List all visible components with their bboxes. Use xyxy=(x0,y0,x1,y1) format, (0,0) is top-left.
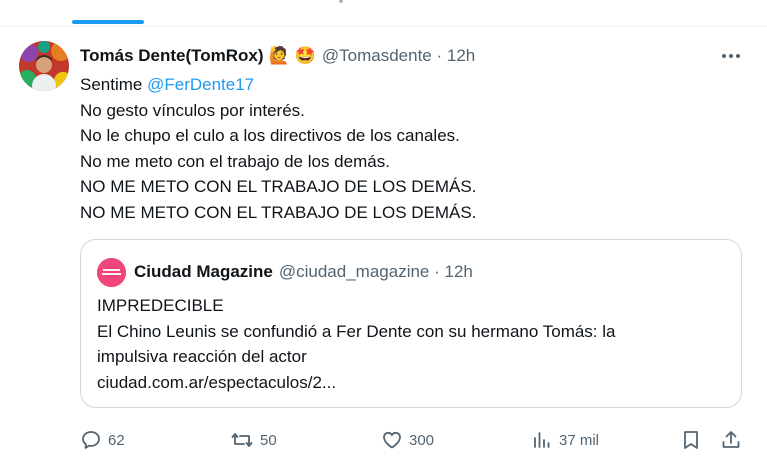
tweet-line: No me meto con el trabajo de los demás. xyxy=(80,151,390,171)
tweet-line: No gesto vínculos por interés. xyxy=(80,100,305,120)
tab-label-fragment xyxy=(339,0,343,3)
tweet-line: NO ME METO CON EL TRABAJO DE LOS DEMÁS. xyxy=(80,202,477,222)
like-count: 300 xyxy=(409,431,435,449)
reply-button[interactable]: 62 xyxy=(80,426,125,454)
raising-hand-emoji: 🙋 xyxy=(268,46,290,65)
quote-author-handle-time[interactable]: @ciudad_magazine · 12h xyxy=(279,262,473,282)
tweet-text: Sentime @FerDente17 No gesto vínculos po… xyxy=(80,72,720,225)
author-handle-time[interactable]: @Tomasdente · 12h xyxy=(322,46,475,66)
tweet-line: No le chupo el culo a los directivos de … xyxy=(80,126,460,145)
quote-line: impulsiva reacción del actor xyxy=(97,347,307,366)
tweet-actions: 62 50 300 37 mil xyxy=(80,426,744,454)
share-button[interactable] xyxy=(720,426,742,454)
retweet-icon xyxy=(230,429,254,451)
quoted-tweet[interactable]: Ciudad Magazine @ciudad_magazine · 12h I… xyxy=(80,239,742,408)
author-name[interactable]: Tomás Dente(TomRox) xyxy=(80,46,264,66)
views-button[interactable]: 37 mil xyxy=(531,426,599,454)
quoted-tweet-header: Ciudad Magazine @ciudad_magazine · 12h xyxy=(97,257,473,287)
retweet-count: 50 xyxy=(260,431,277,449)
star-struck-emoji: 🤩 xyxy=(294,46,316,65)
tweet-line: Sentime @FerDente17 xyxy=(80,72,720,98)
active-tab-indicator xyxy=(72,20,144,24)
like-button[interactable]: 300 xyxy=(381,426,434,454)
bookmark-icon xyxy=(680,429,702,451)
quote-line: El Chino Leunis se confundió a Fer Dente… xyxy=(97,321,616,341)
views-count: 37 mil xyxy=(559,431,600,449)
quote-author-name[interactable]: Ciudad Magazine xyxy=(134,262,273,282)
quote-author-avatar[interactable] xyxy=(97,257,126,287)
views-icon xyxy=(531,429,553,451)
tweet-line-prefix: Sentime xyxy=(80,75,148,94)
bookmark-button[interactable] xyxy=(680,426,702,454)
share-icon xyxy=(720,429,742,451)
tweet-line: NO ME METO CON EL TRABAJO DE LOS DEMÁS. xyxy=(80,177,477,196)
quoted-tweet-text: IMPREDECIBLE El Chino Leunis se confundi… xyxy=(97,293,727,395)
mention-link[interactable]: @FerDente17 xyxy=(147,75,254,94)
quote-link[interactable]: ciudad.com.ar/espectaculos/2... xyxy=(97,370,727,396)
reply-count: 62 xyxy=(108,431,125,449)
top-tab-bar xyxy=(0,0,767,27)
retweet-button[interactable]: 50 xyxy=(230,426,277,454)
more-icon[interactable] xyxy=(718,46,744,66)
quote-line: IMPREDECIBLE xyxy=(97,296,224,315)
reply-icon xyxy=(80,429,102,451)
author-avatar[interactable] xyxy=(19,41,69,91)
tweet-header: Tomás Dente(TomRox) 🙋 🤩 @Tomasdente · 12… xyxy=(80,44,475,68)
like-icon xyxy=(381,429,403,451)
